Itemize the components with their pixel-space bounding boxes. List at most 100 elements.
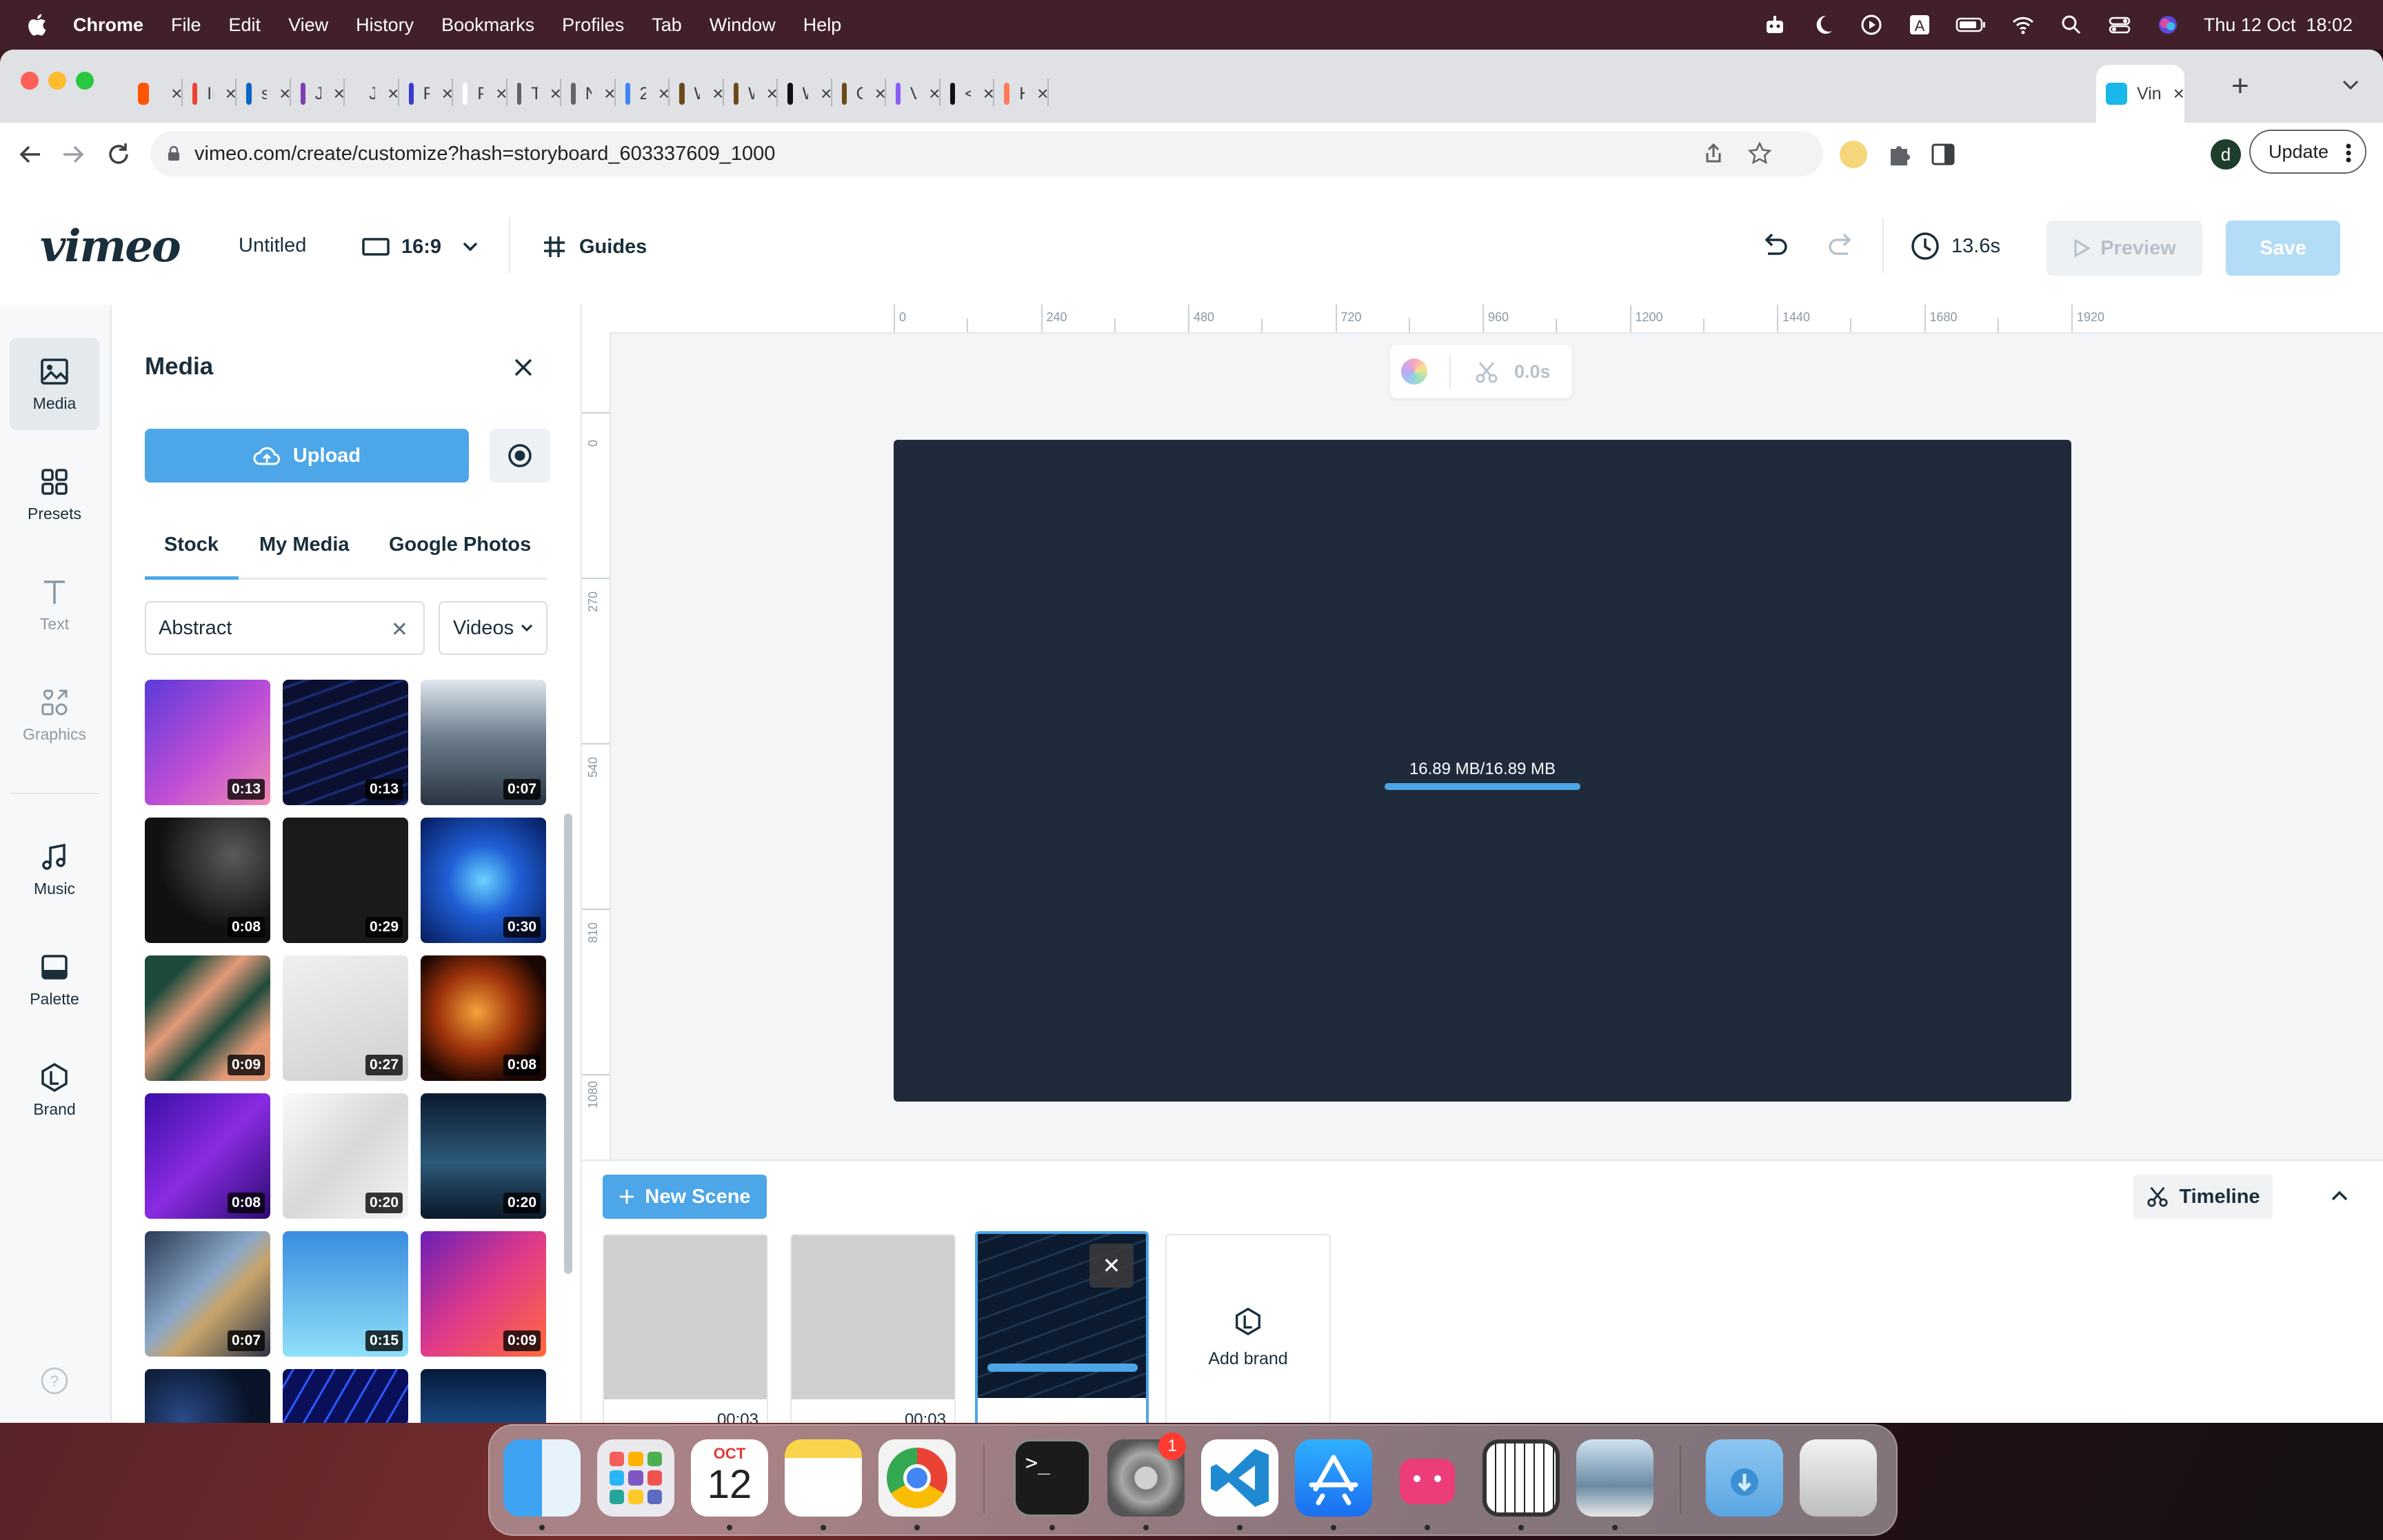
finder-icon[interactable]	[503, 1439, 581, 1517]
guides-toggle[interactable]: Guides	[542, 227, 647, 266]
stock-video-thumbnail[interactable]: 0:07	[421, 680, 546, 805]
save-button[interactable]: Save	[2226, 221, 2340, 276]
stock-video-thumbnail[interactable]: 0:13	[145, 680, 270, 805]
record-button[interactable]	[490, 429, 550, 483]
bookmark-star-icon[interactable]	[1747, 141, 1772, 166]
scissors-icon[interactable]	[1474, 360, 1499, 385]
upload-button[interactable]: Upload	[145, 429, 469, 483]
robot-app-icon[interactable]	[1389, 1439, 1466, 1517]
downloads-icon[interactable]	[1706, 1439, 1783, 1517]
add-brand-card[interactable]: Add brand	[1165, 1234, 1331, 1423]
stock-video-thumbnail[interactable]	[421, 1369, 546, 1423]
robot-icon[interactable]	[1762, 12, 1787, 37]
tab-search-chevron-icon[interactable]	[2342, 79, 2360, 91]
undo-icon[interactable]	[1758, 230, 1790, 262]
moon-icon[interactable]	[1811, 12, 1836, 37]
menu-help[interactable]: Help	[803, 14, 842, 36]
vimeo-logo[interactable]: vimeo	[40, 221, 181, 272]
browser-tab[interactable]: Full×	[399, 65, 453, 123]
browser-tab[interactable]: Job×	[345, 65, 399, 123]
stock-video-thumbnail[interactable]: 0:30	[421, 818, 546, 943]
stock-video-thumbnail[interactable]: 0:15	[283, 1231, 408, 1357]
zoom-window-button[interactable]	[76, 72, 94, 90]
chrome-icon[interactable]	[878, 1439, 956, 1517]
launchpad-icon[interactable]	[597, 1439, 674, 1517]
stock-video-thumbnail[interactable]: 0:08	[145, 818, 270, 943]
back-icon[interactable]	[12, 136, 48, 172]
scene-card-selected[interactable]: ✕	[975, 1231, 1149, 1423]
menu-window[interactable]: Window	[710, 14, 776, 36]
new-tab-button[interactable]: +	[2231, 69, 2249, 103]
browser-tab[interactable]: Wa×	[724, 65, 778, 123]
tab-stock[interactable]: Stock	[164, 534, 219, 556]
tab-google-photos[interactable]: Google Photos	[389, 534, 531, 556]
color-wheel-icon[interactable]	[1401, 358, 1427, 385]
preview-button[interactable]: Preview	[2047, 221, 2202, 276]
a-icon[interactable]: A	[1907, 12, 1932, 37]
menu-file[interactable]: File	[171, 14, 201, 36]
clear-search-icon[interactable]: ✕	[391, 618, 408, 642]
apple-icon[interactable]	[26, 13, 47, 37]
stock-video-thumbnail[interactable]	[283, 1369, 408, 1423]
menu-profiles[interactable]: Profiles	[562, 14, 624, 36]
stock-video-thumbnail[interactable]: 0:09	[421, 1231, 546, 1357]
close-tab-icon[interactable]: ×	[2173, 83, 2184, 105]
reload-icon[interactable]	[101, 136, 137, 172]
stock-video-thumbnail[interactable]: 0:07	[145, 1231, 270, 1357]
stock-video-thumbnail[interactable]: 0:13	[283, 680, 408, 805]
play-icon[interactable]	[1859, 12, 1884, 37]
browser-tab[interactable]: Job×	[291, 65, 345, 123]
close-icon[interactable]	[513, 357, 534, 378]
piano-icon[interactable]	[1482, 1439, 1560, 1517]
wifi-icon[interactable]	[2011, 12, 2035, 37]
rail-item-graphics[interactable]: Graphics	[10, 669, 99, 761]
profile-avatar[interactable]: d	[2211, 139, 2241, 170]
preview-icon[interactable]	[1576, 1439, 1653, 1517]
battery-icon[interactable]	[1955, 12, 1987, 37]
rail-item-music[interactable]: Music	[10, 823, 99, 915]
search-value[interactable]: Abstract	[159, 617, 232, 640]
stock-video-thumbnail[interactable]: 0:20	[421, 1093, 546, 1219]
rail-item-brand[interactable]: Brand	[10, 1044, 99, 1136]
browser-tab[interactable]: Inb×	[183, 65, 237, 123]
stock-video-thumbnail[interactable]: 0:08	[145, 1093, 270, 1219]
aspect-ratio-dropdown[interactable]: 16:9	[361, 227, 479, 266]
menu-app-name[interactable]: Chrome	[73, 14, 143, 36]
calendar-icon[interactable]: OCT 12	[691, 1439, 768, 1517]
terminal-icon[interactable]: >_	[1014, 1439, 1091, 1517]
browser-tab[interactable]: Pro×	[453, 65, 507, 123]
url-text[interactable]: vimeo.com/create/customize?hash=storyboa…	[194, 143, 775, 165]
browser-tab[interactable]: Wa×	[778, 65, 832, 123]
update-button[interactable]: Update	[2249, 130, 2366, 174]
trash-icon[interactable]	[1800, 1439, 1877, 1517]
panel-scrollbar[interactable]	[564, 813, 572, 1274]
notes-icon[interactable]	[785, 1439, 862, 1517]
new-scene-button[interactable]: New Scene	[603, 1175, 767, 1219]
scene-card[interactable]: 00:03	[790, 1234, 956, 1423]
browser-tab[interactable]: TkD×	[507, 65, 561, 123]
menu-view[interactable]: View	[288, 14, 328, 36]
rail-item-text[interactable]: Text	[10, 558, 99, 651]
app-store-icon[interactable]	[1295, 1439, 1372, 1517]
browser-tab[interactable]: Nev×	[561, 65, 616, 123]
browser-tab[interactable]: Wa×	[670, 65, 724, 123]
address-bar[interactable]: vimeo.com/create/customize?hash=storyboa…	[150, 131, 1823, 176]
tab-my-media[interactable]: My Media	[259, 534, 350, 556]
search-icon[interactable]	[2059, 12, 2084, 37]
menu-history[interactable]: History	[356, 14, 414, 36]
browser-tab[interactable]: Vite×	[886, 65, 941, 123]
stock-video-thumbnail[interactable]: 0:27	[283, 955, 408, 1081]
side-panel-icon[interactable]	[1929, 141, 1957, 168]
project-title[interactable]: Untitled	[239, 234, 306, 257]
rail-item-media[interactable]: Media	[10, 338, 99, 430]
menu-edit[interactable]: Edit	[229, 14, 261, 36]
remove-scene-icon[interactable]: ✕	[1089, 1244, 1134, 1288]
minimize-window-button[interactable]	[48, 72, 66, 90]
control-center-icon[interactable]	[2107, 12, 2132, 37]
duration-display[interactable]: 13.6s	[1910, 229, 2000, 263]
browser-tab[interactable]: Ho×	[994, 65, 1049, 123]
siri-icon[interactable]	[2155, 12, 2180, 37]
chevron-up-icon[interactable]	[2331, 1190, 2349, 1202]
browser-tab[interactable]: 250×	[616, 65, 670, 123]
help-icon[interactable]: ?	[39, 1365, 70, 1397]
